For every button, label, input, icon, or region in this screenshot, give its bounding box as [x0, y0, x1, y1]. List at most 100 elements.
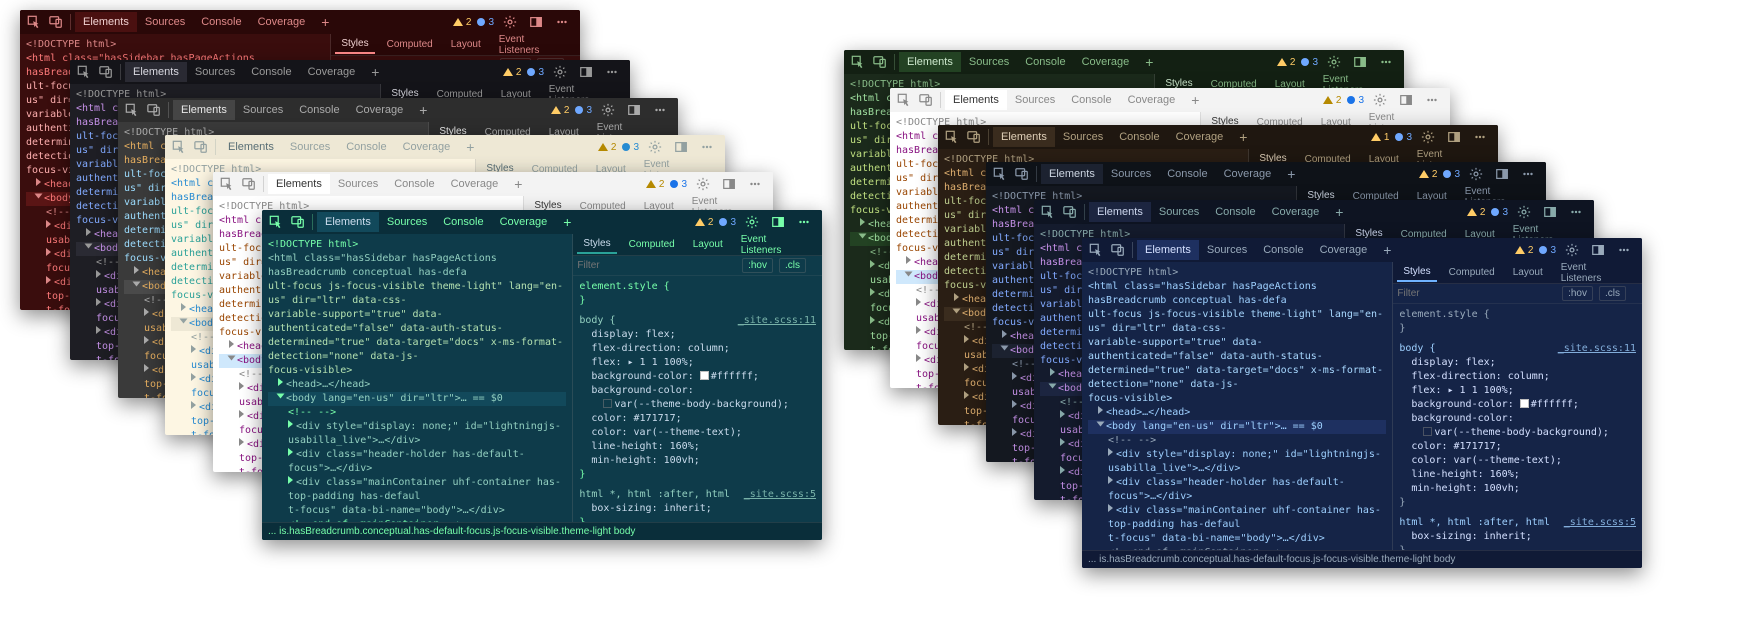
tab-sources[interactable]: Sources: [187, 62, 243, 82]
warning-badge[interactable]: 2: [1467, 207, 1486, 218]
tab-console[interactable]: Console: [1255, 240, 1311, 260]
kebab-icon[interactable]: [552, 12, 572, 32]
error-badge[interactable]: 3: [1491, 207, 1508, 218]
kebab-icon[interactable]: [1566, 202, 1586, 222]
dock-icon[interactable]: [1492, 164, 1512, 184]
tab-console[interactable]: Console: [1063, 90, 1119, 110]
subtab-computed[interactable]: Computed: [381, 36, 439, 53]
tab-elements[interactable]: Elements: [1089, 202, 1151, 222]
tab-sources[interactable]: Sources: [137, 12, 193, 32]
tab-elements[interactable]: Elements: [1041, 164, 1103, 184]
dock-icon[interactable]: [526, 12, 546, 32]
subtab-event-listeners[interactable]: Event Listeners: [493, 31, 570, 59]
warning-badge[interactable]: 1: [1371, 132, 1390, 143]
dom-tree[interactable]: <!DOCTYPE html><html class="hasSidebar h…: [1082, 262, 1392, 550]
subtab-layout[interactable]: Layout: [687, 236, 729, 253]
tab-elements[interactable]: Elements: [945, 90, 1007, 110]
subtab-styles[interactable]: Styles: [335, 35, 374, 54]
tab-sources[interactable]: Sources: [235, 100, 291, 120]
tab-elements[interactable]: Elements: [173, 100, 235, 120]
add-tab-icon[interactable]: +: [365, 62, 385, 82]
device-icon[interactable]: [916, 90, 936, 110]
inspect-icon[interactable]: [990, 164, 1010, 184]
tab-sources[interactable]: Sources: [330, 174, 386, 194]
tab-console[interactable]: Console: [386, 174, 442, 194]
gear-icon[interactable]: [500, 12, 520, 32]
dock-icon[interactable]: [624, 100, 644, 120]
add-tab-icon[interactable]: +: [460, 137, 480, 157]
gear-icon[interactable]: [645, 137, 665, 157]
error-badge[interactable]: 3: [622, 142, 639, 153]
tab-sources[interactable]: Sources: [1007, 90, 1063, 110]
error-badge[interactable]: 3: [1347, 95, 1364, 106]
tab-sources[interactable]: Sources: [1055, 127, 1111, 147]
inspect-icon[interactable]: [942, 127, 962, 147]
inspect-icon[interactable]: [24, 12, 44, 32]
subtab-event-listeners[interactable]: Event Listeners: [735, 231, 812, 259]
tab-console[interactable]: Console: [1159, 164, 1215, 184]
add-tab-icon[interactable]: +: [315, 12, 335, 32]
cls-toggle[interactable]: .cls: [779, 258, 806, 273]
inspect-icon[interactable]: [1038, 202, 1058, 222]
error-badge[interactable]: 3: [527, 67, 544, 78]
tab-sources[interactable]: Sources: [1199, 240, 1255, 260]
tab-sources[interactable]: Sources: [379, 212, 435, 232]
device-icon[interactable]: [144, 100, 164, 120]
gear-icon[interactable]: [1562, 240, 1582, 260]
device-icon[interactable]: [288, 212, 308, 232]
kebab-icon[interactable]: [794, 212, 814, 232]
error-badge[interactable]: 3: [1443, 169, 1460, 180]
add-tab-icon[interactable]: +: [1139, 52, 1159, 72]
tab-elements[interactable]: Elements: [75, 12, 137, 32]
tab-console[interactable]: Console: [1017, 52, 1073, 72]
kebab-icon[interactable]: [1470, 127, 1490, 147]
tab-elements[interactable]: Elements: [125, 62, 187, 82]
tab-console[interactable]: Console: [435, 212, 491, 232]
add-tab-icon[interactable]: +: [1185, 90, 1205, 110]
warning-badge[interactable]: 2: [1277, 57, 1296, 68]
tab-elements[interactable]: Elements: [220, 137, 282, 157]
tab-console[interactable]: Console: [338, 137, 394, 157]
styles-panel[interactable]: element.style {} _site.scss:11 body { di…: [573, 276, 822, 522]
breadcrumb[interactable]: ... is.hasBreadcrumb.conceptual.has-defa…: [1082, 550, 1642, 568]
filter-input[interactable]: [577, 260, 736, 271]
tab-sources[interactable]: Sources: [282, 137, 338, 157]
filter-input[interactable]: [1397, 288, 1556, 299]
tab-console[interactable]: Console: [1111, 127, 1167, 147]
inspect-icon[interactable]: [122, 100, 142, 120]
gear-icon[interactable]: [742, 212, 762, 232]
device-icon[interactable]: [1108, 240, 1128, 260]
dock-icon[interactable]: [719, 174, 739, 194]
styles-panel[interactable]: element.style {} _site.scss:11 body { di…: [1393, 304, 1642, 550]
tab-console[interactable]: Console: [1207, 202, 1263, 222]
dock-icon[interactable]: [1540, 202, 1560, 222]
tab-console[interactable]: Console: [291, 100, 347, 120]
dock-icon[interactable]: [1350, 52, 1370, 72]
add-tab-icon[interactable]: +: [413, 100, 433, 120]
error-badge[interactable]: 3: [719, 217, 736, 228]
add-tab-icon[interactable]: +: [1281, 164, 1301, 184]
inspect-icon[interactable]: [74, 62, 94, 82]
kebab-icon[interactable]: [697, 137, 717, 157]
subtab-layout[interactable]: Layout: [1507, 264, 1549, 281]
tab-elements[interactable]: Elements: [268, 174, 330, 194]
kebab-icon[interactable]: [1376, 52, 1396, 72]
warning-badge[interactable]: 2: [453, 17, 472, 28]
device-icon[interactable]: [191, 137, 211, 157]
dom-tree[interactable]: <!DOCTYPE html><html class="hasSidebar h…: [262, 234, 572, 522]
tab-console[interactable]: Console: [193, 12, 249, 32]
tab-sources[interactable]: Sources: [961, 52, 1017, 72]
breadcrumb[interactable]: ... is.hasBreadcrumb.conceptual.has-defa…: [262, 522, 822, 540]
inspect-icon[interactable]: [894, 90, 914, 110]
tab-sources[interactable]: Sources: [1103, 164, 1159, 184]
tab-elements[interactable]: Elements: [1137, 240, 1199, 260]
add-tab-icon[interactable]: +: [1377, 240, 1397, 260]
subtab-styles[interactable]: Styles: [1397, 263, 1436, 282]
error-badge[interactable]: 3: [477, 17, 494, 28]
hov-toggle[interactable]: :hov: [1562, 286, 1593, 301]
tab-coverage[interactable]: Coverage: [1168, 127, 1232, 147]
tab-elements[interactable]: Elements: [317, 212, 379, 232]
device-icon[interactable]: [870, 52, 890, 72]
tab-console[interactable]: Console: [243, 62, 299, 82]
gear-icon[interactable]: [598, 100, 618, 120]
